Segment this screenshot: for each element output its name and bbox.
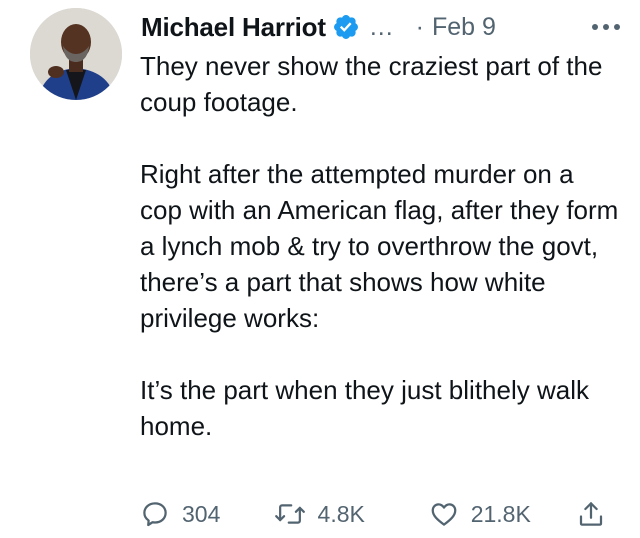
author-handle[interactable]: ... — [370, 13, 394, 42]
retweet-count: 4.8K — [317, 500, 365, 527]
share-icon — [576, 499, 606, 529]
retweet-button[interactable]: 4.8K — [274, 499, 429, 529]
tweet-paragraph: Right after the attempted murder on a co… — [140, 159, 619, 333]
tweet-text: They never show the craziest part of the… — [140, 48, 620, 444]
action-bar: 304 4.8K 21.8K — [140, 494, 620, 534]
verified-badge-icon — [332, 13, 360, 41]
tweet-paragraph: They never show the craziest part of the… — [140, 51, 603, 117]
reply-button[interactable]: 304 — [140, 499, 274, 529]
more-options-icon[interactable] — [592, 21, 620, 33]
share-button[interactable] — [576, 499, 606, 529]
tweet-paragraph: It’s the part when they just blithely wa… — [140, 375, 589, 441]
tweet: Michael Harriot ... · Feb 9 They never s… — [0, 0, 640, 538]
reply-icon — [140, 499, 170, 529]
author-name[interactable]: Michael Harriot — [141, 12, 326, 43]
reply-count: 304 — [182, 500, 221, 527]
tweet-header: Michael Harriot ... · Feb 9 — [141, 6, 622, 48]
retweet-icon — [274, 499, 306, 529]
like-count: 21.8K — [470, 500, 531, 527]
avatar-photo — [30, 8, 122, 100]
separator-dot: · — [415, 12, 424, 41]
tweet-date[interactable]: Feb 9 — [432, 13, 496, 42]
heart-icon — [429, 499, 459, 529]
avatar[interactable] — [30, 8, 122, 100]
like-button[interactable]: 21.8K — [429, 499, 576, 529]
